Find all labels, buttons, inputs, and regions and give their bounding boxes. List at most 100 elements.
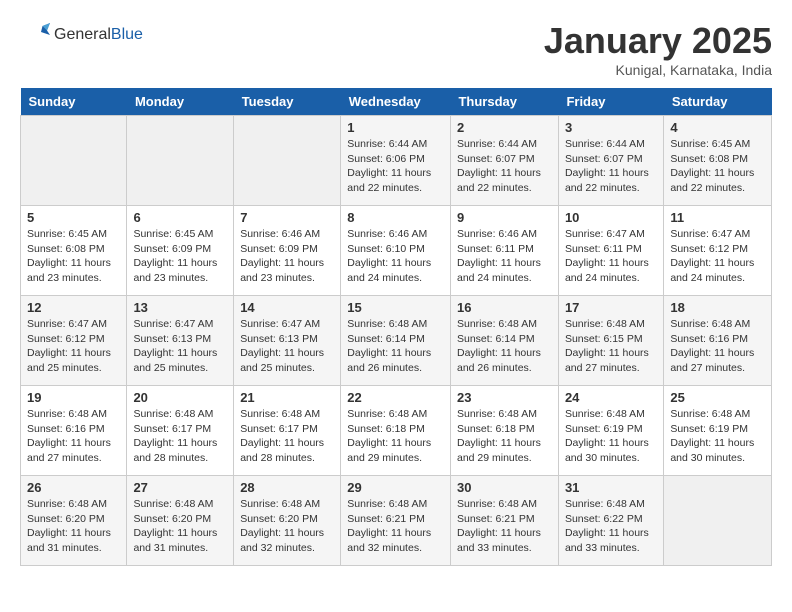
- day-header-tuesday: Tuesday: [234, 88, 341, 116]
- day-header-wednesday: Wednesday: [341, 88, 451, 116]
- calendar-cell: [21, 116, 127, 206]
- day-number: 12: [27, 300, 120, 315]
- calendar-cell: [127, 116, 234, 206]
- day-info: Sunrise: 6:48 AM Sunset: 6:16 PM Dayligh…: [670, 317, 765, 376]
- day-number: 24: [565, 390, 657, 405]
- day-number: 16: [457, 300, 552, 315]
- day-number: 4: [670, 120, 765, 135]
- day-number: 23: [457, 390, 552, 405]
- calendar-cell: 20 Sunrise: 6:48 AM Sunset: 6:17 PM Dayli…: [127, 386, 234, 476]
- day-info: Sunrise: 6:48 AM Sunset: 6:19 PM Dayligh…: [670, 407, 765, 466]
- calendar-week-row: 19 Sunrise: 6:48 AM Sunset: 6:16 PM Dayli…: [21, 386, 772, 476]
- day-number: 10: [565, 210, 657, 225]
- day-number: 15: [347, 300, 444, 315]
- calendar-cell: 12 Sunrise: 6:47 AM Sunset: 6:12 PM Dayli…: [21, 296, 127, 386]
- calendar-cell: 3Sunrise: 6:44 AM Sunset: 6:07 PM Daylig…: [558, 116, 663, 206]
- day-number: 19: [27, 390, 120, 405]
- day-info: Sunrise: 6:48 AM Sunset: 6:14 PM Dayligh…: [347, 317, 444, 376]
- day-header-saturday: Saturday: [664, 88, 772, 116]
- calendar-cell: 23 Sunrise: 6:48 AM Sunset: 6:18 PM Dayli…: [450, 386, 558, 476]
- day-number: 14: [240, 300, 334, 315]
- day-info: Sunrise: 6:47 AM Sunset: 6:12 PM Dayligh…: [27, 317, 120, 376]
- day-header-monday: Monday: [127, 88, 234, 116]
- day-number: 20: [133, 390, 227, 405]
- calendar-cell: 6 Sunrise: 6:45 AM Sunset: 6:09 PM Daylig…: [127, 206, 234, 296]
- calendar-cell: 31 Sunrise: 6:48 AM Sunset: 6:22 PM Dayli…: [558, 476, 663, 566]
- calendar-cell: 9 Sunrise: 6:46 AM Sunset: 6:11 PM Daylig…: [450, 206, 558, 296]
- calendar-week-row: 26 Sunrise: 6:48 AM Sunset: 6:20 PM Dayli…: [21, 476, 772, 566]
- day-info: Sunrise: 6:48 AM Sunset: 6:15 PM Dayligh…: [565, 317, 657, 376]
- day-number: 29: [347, 480, 444, 495]
- day-number: 2: [457, 120, 552, 135]
- calendar-cell: [234, 116, 341, 206]
- day-number: 1: [347, 120, 444, 135]
- day-number: 28: [240, 480, 334, 495]
- day-info: Sunrise: 6:48 AM Sunset: 6:18 PM Dayligh…: [457, 407, 552, 466]
- month-title: January 2025: [544, 20, 772, 62]
- day-number: 9: [457, 210, 552, 225]
- calendar-cell: 28 Sunrise: 6:48 AM Sunset: 6:20 PM Dayli…: [234, 476, 341, 566]
- day-number: 26: [27, 480, 120, 495]
- day-info: Sunrise: 6:48 AM Sunset: 6:22 PM Dayligh…: [565, 497, 657, 556]
- day-number: 6: [133, 210, 227, 225]
- day-header-friday: Friday: [558, 88, 663, 116]
- calendar-cell: 7 Sunrise: 6:46 AM Sunset: 6:09 PM Daylig…: [234, 206, 341, 296]
- day-number: 11: [670, 210, 765, 225]
- day-info: Sunrise: 6:47 AM Sunset: 6:11 PM Dayligh…: [565, 227, 657, 286]
- day-info: Sunrise: 6:48 AM Sunset: 6:17 PM Dayligh…: [240, 407, 334, 466]
- day-info: Sunrise: 6:46 AM Sunset: 6:09 PM Dayligh…: [240, 227, 334, 286]
- day-number: 3: [565, 120, 657, 135]
- day-info: Sunrise: 6:47 AM Sunset: 6:13 PM Dayligh…: [240, 317, 334, 376]
- day-info: Sunrise: 6:45 AM Sunset: 6:08 PM Dayligh…: [670, 137, 765, 196]
- calendar-cell: 16 Sunrise: 6:48 AM Sunset: 6:14 PM Dayli…: [450, 296, 558, 386]
- calendar-cell: 25 Sunrise: 6:48 AM Sunset: 6:19 PM Dayli…: [664, 386, 772, 476]
- calendar-cell: 19 Sunrise: 6:48 AM Sunset: 6:16 PM Dayli…: [21, 386, 127, 476]
- day-info: Sunrise: 6:44 AM Sunset: 6:07 PM Dayligh…: [457, 137, 552, 196]
- calendar-cell: 26 Sunrise: 6:48 AM Sunset: 6:20 PM Dayli…: [21, 476, 127, 566]
- calendar-cell: 15 Sunrise: 6:48 AM Sunset: 6:14 PM Dayli…: [341, 296, 451, 386]
- calendar-cell: 30Sunrise: 6:48 AM Sunset: 6:21 PM Dayli…: [450, 476, 558, 566]
- day-number: 7: [240, 210, 334, 225]
- day-info: Sunrise: 6:45 AM Sunset: 6:09 PM Dayligh…: [133, 227, 227, 286]
- day-info: Sunrise: 6:48 AM Sunset: 6:14 PM Dayligh…: [457, 317, 552, 376]
- day-info: Sunrise: 6:48 AM Sunset: 6:20 PM Dayligh…: [27, 497, 120, 556]
- day-number: 18: [670, 300, 765, 315]
- day-info: Sunrise: 6:48 AM Sunset: 6:20 PM Dayligh…: [240, 497, 334, 556]
- day-number: 25: [670, 390, 765, 405]
- day-info: Sunrise: 6:48 AM Sunset: 6:21 PM Dayligh…: [347, 497, 444, 556]
- calendar-cell: 17 Sunrise: 6:48 AM Sunset: 6:15 PM Dayli…: [558, 296, 663, 386]
- day-info: Sunrise: 6:44 AM Sunset: 6:06 PM Dayligh…: [347, 137, 444, 196]
- calendar-week-row: 5Sunrise: 6:45 AM Sunset: 6:08 PM Daylig…: [21, 206, 772, 296]
- page-header: GeneralBlue January 2025 Kunigal, Karnat…: [20, 20, 772, 78]
- calendar-cell: 5Sunrise: 6:45 AM Sunset: 6:08 PM Daylig…: [21, 206, 127, 296]
- day-header-sunday: Sunday: [21, 88, 127, 116]
- calendar-cell: 2 Sunrise: 6:44 AM Sunset: 6:07 PM Daylig…: [450, 116, 558, 206]
- day-number: 31: [565, 480, 657, 495]
- calendar-header-row: SundayMondayTuesdayWednesdayThursdayFrid…: [21, 88, 772, 116]
- calendar-cell: 4 Sunrise: 6:45 AM Sunset: 6:08 PM Daylig…: [664, 116, 772, 206]
- calendar-cell: 13Sunrise: 6:47 AM Sunset: 6:13 PM Dayli…: [127, 296, 234, 386]
- day-info: Sunrise: 6:48 AM Sunset: 6:20 PM Dayligh…: [133, 497, 227, 556]
- day-number: 17: [565, 300, 657, 315]
- logo: GeneralBlue: [20, 20, 143, 50]
- logo-blue-text: Blue: [111, 26, 143, 43]
- day-info: Sunrise: 6:46 AM Sunset: 6:11 PM Dayligh…: [457, 227, 552, 286]
- day-info: Sunrise: 6:48 AM Sunset: 6:16 PM Dayligh…: [27, 407, 120, 466]
- calendar-cell: 27Sunrise: 6:48 AM Sunset: 6:20 PM Dayli…: [127, 476, 234, 566]
- day-info: Sunrise: 6:48 AM Sunset: 6:17 PM Dayligh…: [133, 407, 227, 466]
- day-number: 22: [347, 390, 444, 405]
- calendar-cell: 14 Sunrise: 6:47 AM Sunset: 6:13 PM Dayli…: [234, 296, 341, 386]
- day-info: Sunrise: 6:45 AM Sunset: 6:08 PM Dayligh…: [27, 227, 120, 286]
- title-block: January 2025 Kunigal, Karnataka, India: [544, 20, 772, 78]
- day-number: 13: [133, 300, 227, 315]
- calendar-table: SundayMondayTuesdayWednesdayThursdayFrid…: [20, 88, 772, 566]
- logo-icon: [20, 20, 50, 50]
- calendar-cell: 21 Sunrise: 6:48 AM Sunset: 6:17 PM Dayli…: [234, 386, 341, 476]
- calendar-cell: 11Sunrise: 6:47 AM Sunset: 6:12 PM Dayli…: [664, 206, 772, 296]
- day-info: Sunrise: 6:48 AM Sunset: 6:21 PM Dayligh…: [457, 497, 552, 556]
- day-info: Sunrise: 6:48 AM Sunset: 6:18 PM Dayligh…: [347, 407, 444, 466]
- calendar-week-row: 12 Sunrise: 6:47 AM Sunset: 6:12 PM Dayli…: [21, 296, 772, 386]
- calendar-cell: 18 Sunrise: 6:48 AM Sunset: 6:16 PM Dayli…: [664, 296, 772, 386]
- day-number: 21: [240, 390, 334, 405]
- day-info: Sunrise: 6:48 AM Sunset: 6:19 PM Dayligh…: [565, 407, 657, 466]
